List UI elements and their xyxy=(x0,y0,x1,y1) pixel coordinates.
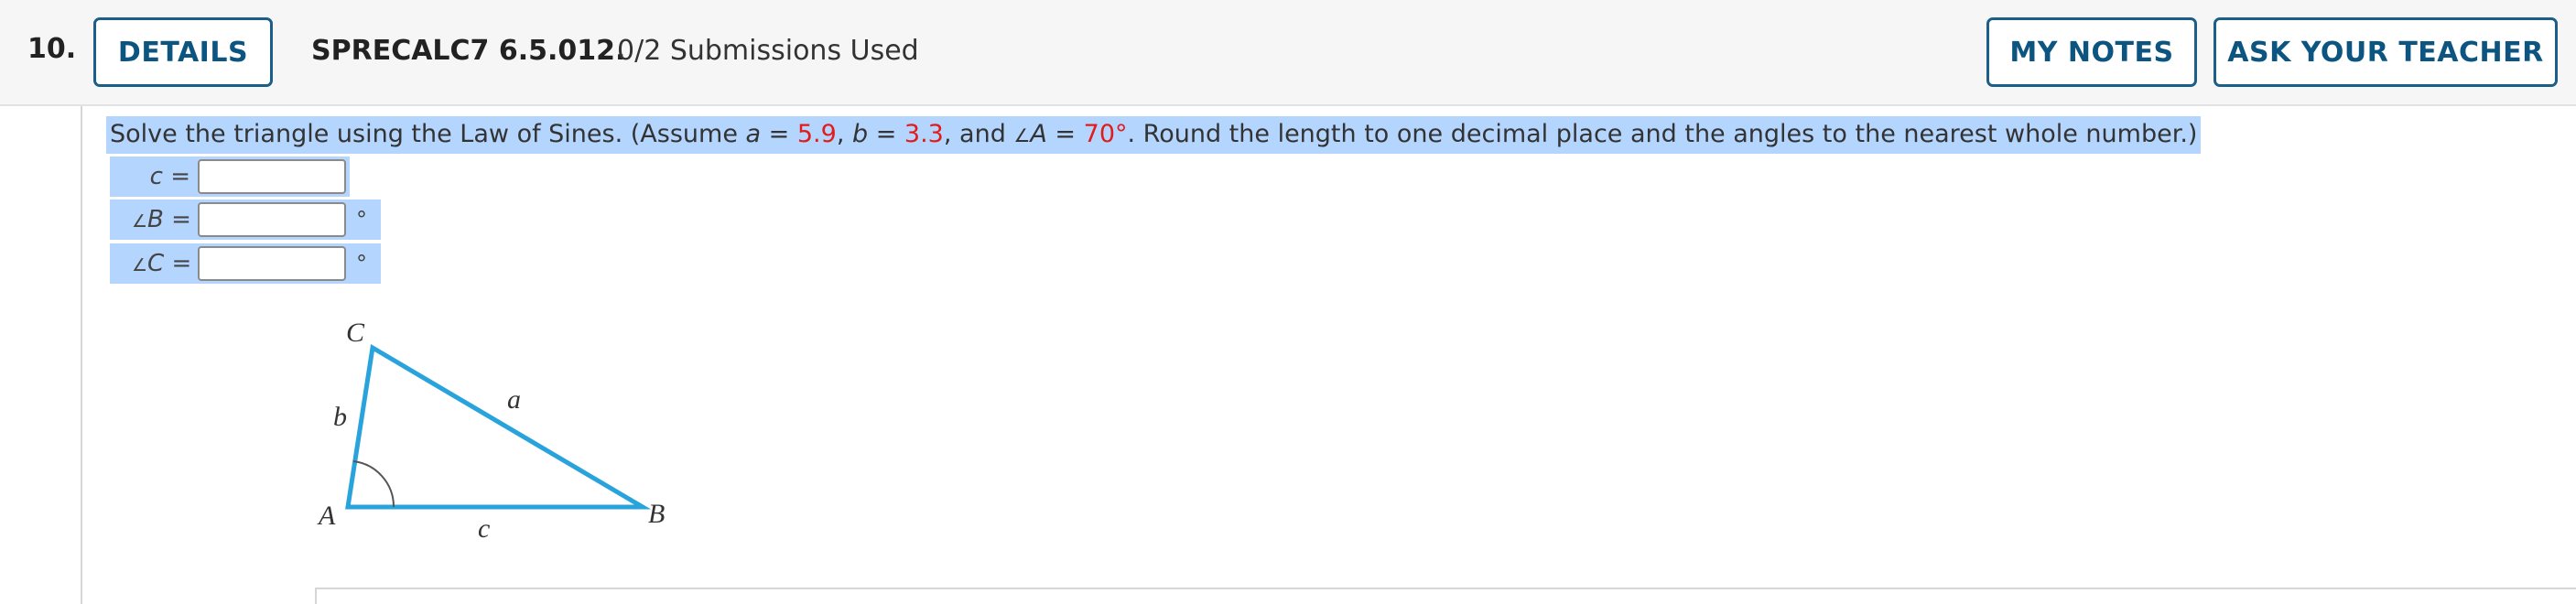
ask-your-teacher-button[interactable]: ASK YOUR TEACHER xyxy=(2213,17,2558,87)
question-header: 10. DETAILS SPRECALC7 6.5.012. 0/2 Submi… xyxy=(0,0,2576,106)
question-number: 10. xyxy=(27,33,77,65)
content-left-border xyxy=(81,106,82,604)
my-notes-button[interactable]: MY NOTES xyxy=(1986,17,2197,87)
vertex-label-b: B xyxy=(648,499,665,529)
answer-input-angle-c[interactable] xyxy=(198,246,346,281)
details-button[interactable]: DETAILS xyxy=(93,17,273,87)
angle-a-arc xyxy=(352,460,395,508)
answer-label-c: c = xyxy=(149,163,190,190)
answer-label-angle-c: ∠C = xyxy=(132,250,192,277)
side-label-b: b xyxy=(333,402,347,432)
given-a-value: 5.9 xyxy=(796,120,837,148)
given-angle-a-value: 70° xyxy=(1083,120,1128,148)
vertex-label-c: C xyxy=(346,318,365,348)
side-label-c: c xyxy=(478,513,490,544)
given-b-value: 3.3 xyxy=(904,120,944,148)
problem-statement: Solve the triangle using the Law of Sine… xyxy=(106,116,2202,154)
triangle-shape xyxy=(345,343,652,510)
side-label-a: a xyxy=(507,384,521,415)
answer-label-angle-b: ∠B = xyxy=(132,206,191,233)
answer-input-angle-b[interactable] xyxy=(198,202,346,237)
degree-unit: ° xyxy=(356,207,367,232)
answer-input-c[interactable] xyxy=(198,159,346,194)
submissions-used: 0/2 Submissions Used xyxy=(617,35,919,67)
vertex-label-a: A xyxy=(317,501,336,531)
answer-row-angle-c: ∠C = ° xyxy=(110,243,381,284)
answer-row-angle-b: ∠B = ° xyxy=(110,200,381,240)
next-question-border-left xyxy=(315,588,317,604)
question-code: SPRECALC7 6.5.012. xyxy=(311,35,626,67)
answer-row-c: c = xyxy=(110,156,350,197)
next-question-border xyxy=(315,588,2576,589)
triangle-figure: C A B a b c xyxy=(317,318,665,544)
degree-unit: ° xyxy=(356,251,367,276)
